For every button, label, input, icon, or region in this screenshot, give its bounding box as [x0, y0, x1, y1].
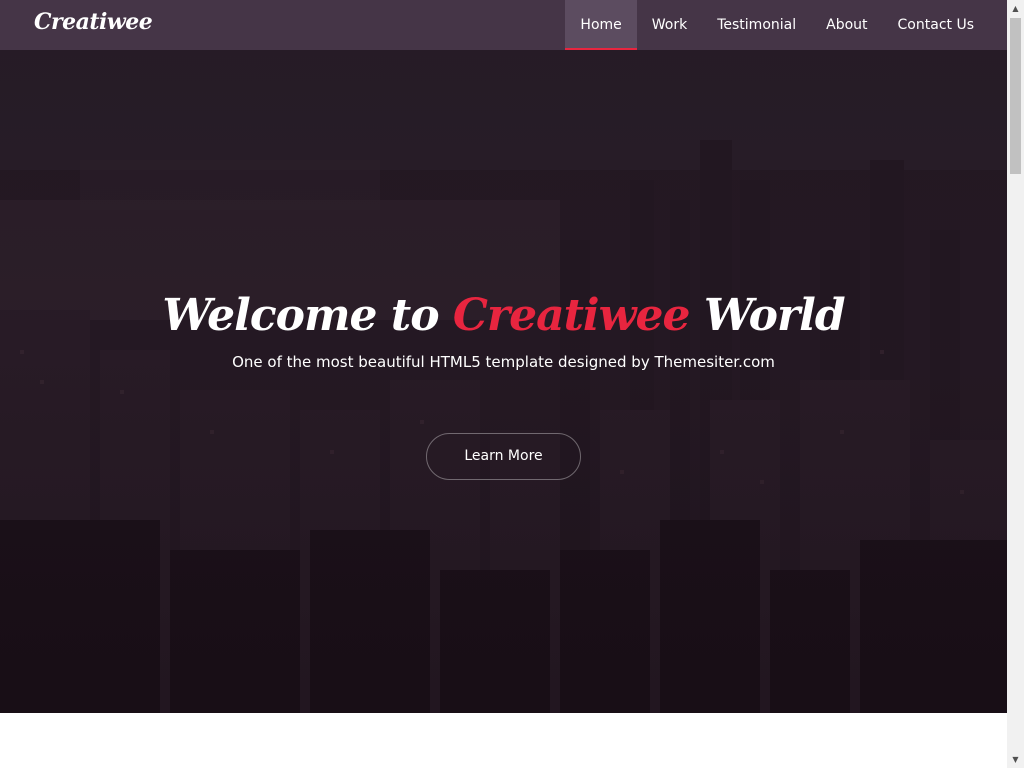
nav-item-about[interactable]: About: [811, 0, 882, 50]
hero-content: Welcome to Creatiwee World One of the mo…: [0, 290, 1007, 480]
nav-item-testimonial[interactable]: Testimonial: [702, 0, 811, 50]
hero-section: Welcome to Creatiwee World One of the mo…: [0, 50, 1007, 713]
brand-logo[interactable]: Creatiwee: [34, 9, 153, 35]
scrollbar-thumb[interactable]: [1010, 18, 1021, 174]
vertical-scrollbar[interactable]: ▲ ▼: [1007, 0, 1024, 768]
hero-subtitle: One of the most beautiful HTML5 template…: [232, 352, 775, 371]
hero-title: Welcome to Creatiwee World: [0, 290, 1007, 343]
nav-item-contact-us[interactable]: Contact Us: [883, 0, 989, 50]
nav-item-work[interactable]: Work: [637, 0, 702, 50]
nav-menu: Home Work Testimonial About Contact Us: [565, 0, 989, 50]
scroll-up-arrow-icon[interactable]: ▲: [1007, 0, 1024, 17]
nav-item-home[interactable]: Home: [565, 0, 638, 50]
hero-title-accent: Creatiwee: [452, 290, 691, 341]
hero-title-prefix: Welcome to: [162, 290, 439, 341]
learn-more-button[interactable]: Learn More: [426, 432, 581, 480]
hero-title-suffix: World: [703, 290, 846, 341]
navbar: Creatiwee Home Work Testimonial About Co…: [0, 0, 1007, 50]
page: Creatiwee Home Work Testimonial About Co…: [0, 0, 1007, 768]
scroll-down-arrow-icon[interactable]: ▼: [1007, 751, 1024, 768]
